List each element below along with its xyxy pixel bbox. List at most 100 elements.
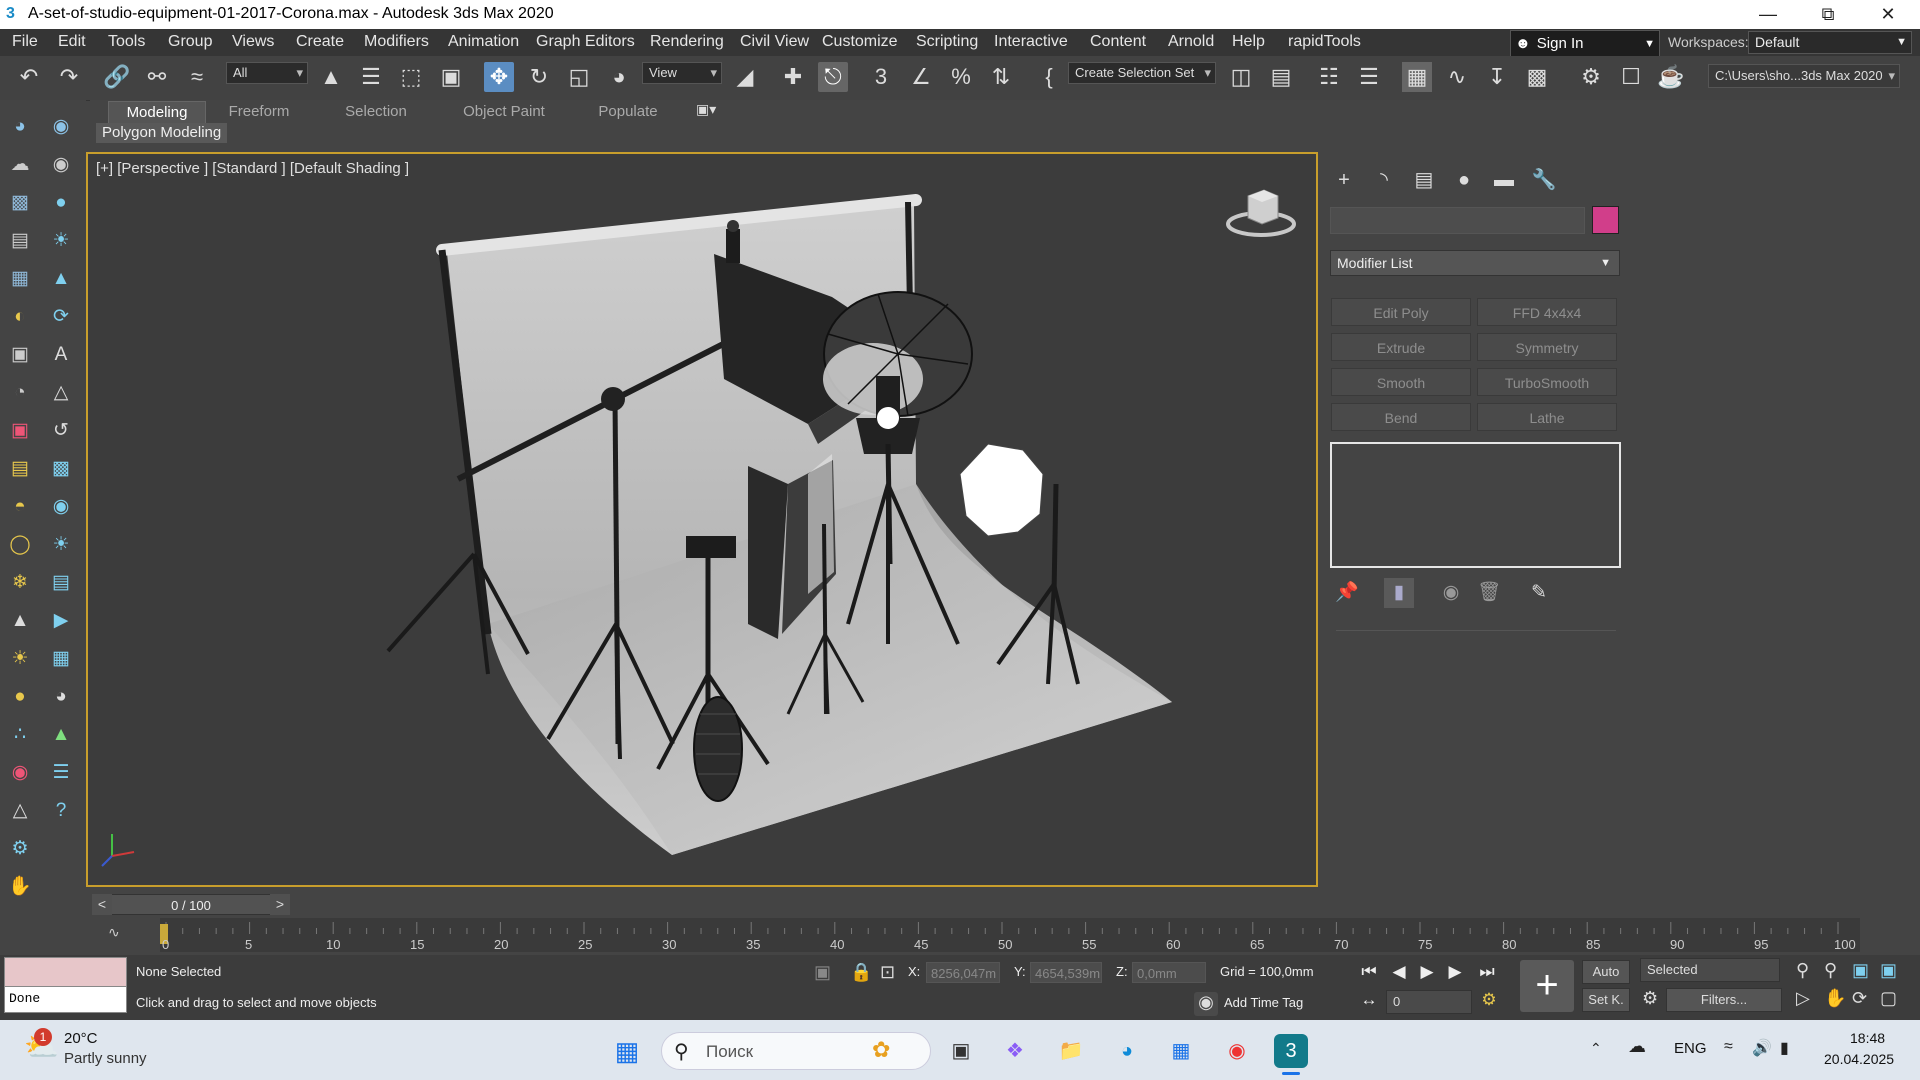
time-tag-icon[interactable]: ◉ xyxy=(1194,992,1218,1016)
unlink-icon[interactable]: ⚯ xyxy=(142,62,172,92)
zoom-extents-all-icon[interactable]: ▣ xyxy=(1880,960,1897,981)
render-production-icon[interactable]: ☕ xyxy=(1656,62,1686,92)
zoom-icon[interactable]: ⚲ xyxy=(1796,960,1809,981)
image-icon[interactable]: ▩ xyxy=(7,190,33,216)
wifi-icon[interactable]: ≈ xyxy=(1724,1038,1733,1056)
hierarchy-tab-icon[interactable]: ▤ xyxy=(1407,166,1441,194)
previous-key-icon[interactable]: ◀ xyxy=(1386,960,1412,984)
bind-space-warp-icon[interactable]: ≈ xyxy=(182,62,212,92)
modifier-button-smooth[interactable]: Smooth xyxy=(1331,368,1471,396)
key-mode-icon[interactable]: ⚙ xyxy=(1642,988,1658,1009)
create-tab-icon[interactable]: + xyxy=(1327,166,1361,194)
weather-temp[interactable]: 20°C xyxy=(64,1030,98,1047)
headphones-icon[interactable]: ◔ xyxy=(7,380,33,406)
molecule-icon[interactable]: ◉ xyxy=(7,760,33,786)
select-and-move-icon[interactable]: ✥ xyxy=(484,62,514,92)
menu-graph-editors[interactable]: Graph Editors xyxy=(536,33,635,51)
bulb-scene-icon[interactable]: ◐ xyxy=(7,304,33,330)
select-and-scale-icon[interactable]: ◱ xyxy=(564,62,594,92)
isolate-selection-icon[interactable]: ▣ xyxy=(814,962,831,983)
lamp-icon[interactable]: ☀ xyxy=(48,532,74,558)
rocket-icon[interactable]: △ xyxy=(48,380,74,406)
menu-edit[interactable]: Edit xyxy=(58,33,86,51)
time-configuration-icon[interactable]: ⚙ xyxy=(1476,988,1502,1012)
select-object-icon[interactable]: ▲ xyxy=(316,62,346,92)
named-selection-set-dropdown[interactable]: Create Selection Set xyxy=(1068,62,1216,84)
field-of-view-icon[interactable]: ▷ xyxy=(1796,988,1810,1009)
modifier-button-ffd[interactable]: FFD 4x4x4 xyxy=(1477,298,1617,326)
task-view-icon[interactable]: ▣ xyxy=(944,1034,978,1068)
rotate-icon[interactable]: ↺ xyxy=(48,418,74,444)
bird-icon[interactable]: ❄ xyxy=(7,570,33,596)
cone-icon[interactable]: ▲ xyxy=(7,608,33,634)
modifier-button-symmetry[interactable]: Symmetry xyxy=(1477,333,1617,361)
render-camera-icon[interactable]: ◉ xyxy=(48,152,74,178)
workspace-dropdown[interactable]: Default ▼ xyxy=(1748,31,1912,54)
filters-button[interactable]: Filters... xyxy=(1666,988,1782,1012)
modifier-button-bend[interactable]: Bend xyxy=(1331,403,1471,431)
ribbon-toggle-icon[interactable]: ▦ xyxy=(1402,62,1432,92)
file-explorer-icon[interactable]: 📁 xyxy=(1054,1034,1088,1068)
select-and-rotate-icon[interactable]: ↻ xyxy=(524,62,554,92)
scene-explorer-icon[interactable]: ☷ xyxy=(1314,62,1344,92)
tab-object-paint[interactable]: Object Paint xyxy=(448,101,560,123)
settings-gear-icon[interactable]: ⚙ xyxy=(7,836,33,862)
play-icon[interactable]: ▶ xyxy=(1414,960,1440,984)
display-tab-icon[interactable]: ▬ xyxy=(1487,166,1521,194)
polygon-modeling-panel[interactable]: Polygon Modeling xyxy=(96,123,228,143)
media-icon[interactable]: ▶ xyxy=(48,608,74,634)
modify-tab-icon[interactable]: ◝ xyxy=(1367,166,1401,194)
angle-snap-icon[interactable]: ∠ xyxy=(906,62,936,92)
window-icon[interactable]: ▤ xyxy=(7,456,33,482)
pin-stack-icon[interactable]: 📌 xyxy=(1332,578,1362,608)
forest-icon[interactable]: ▲ xyxy=(48,722,74,748)
x-coordinate-field[interactable]: 8256,047m xyxy=(926,962,1000,983)
menu-customize[interactable]: Customize xyxy=(822,33,898,51)
spinner-snap-icon[interactable]: ⇅ xyxy=(986,62,1016,92)
curve-editor-icon[interactable]: ∿ xyxy=(1442,62,1472,92)
menu-animation[interactable]: Animation xyxy=(448,33,519,51)
select-and-place-icon[interactable]: ◕ xyxy=(604,62,634,92)
modifier-list-dropdown[interactable]: Modifier List ▼ xyxy=(1330,250,1620,276)
table-icon[interactable]: ▦ xyxy=(7,266,33,292)
orbit-icon[interactable]: ⟳ xyxy=(1852,988,1867,1009)
select-manipulate-icon[interactable]: ✚ xyxy=(778,62,808,92)
menu-help[interactable]: Help xyxy=(1232,33,1265,51)
clock-date[interactable]: 20.04.2025 xyxy=(1824,1051,1894,1067)
menu-create[interactable]: Create xyxy=(296,33,344,51)
hand-icon[interactable]: ✋ xyxy=(7,874,33,900)
menu-group[interactable]: Group xyxy=(168,33,212,51)
menu-rendering[interactable]: Rendering xyxy=(650,33,724,51)
menu-arnold[interactable]: Arnold xyxy=(1168,33,1214,51)
zoom-extents-icon[interactable]: ▣ xyxy=(1852,960,1869,981)
modifier-button-lathe[interactable]: Lathe xyxy=(1477,403,1617,431)
taskbar-search[interactable]: ⚲ Поиск ✿ xyxy=(661,1032,931,1070)
current-frame-field[interactable]: 0 xyxy=(1386,990,1472,1014)
tab-populate[interactable]: Populate xyxy=(582,101,674,123)
show-end-result-icon[interactable]: ▮ xyxy=(1384,578,1414,608)
selection-filter-dropdown[interactable]: All xyxy=(226,62,308,84)
percent-snap-icon[interactable]: % xyxy=(946,62,976,92)
reference-coordinate-dropdown[interactable]: View xyxy=(642,62,722,84)
pot-icon[interactable]: ◕ xyxy=(48,684,74,710)
onedrive-icon[interactable]: ☁ xyxy=(1628,1036,1646,1057)
menu-civil-view[interactable]: Civil View xyxy=(740,33,809,51)
layer-explorer-icon[interactable]: ☰ xyxy=(1354,62,1384,92)
make-unique-icon[interactable]: ◉ xyxy=(1436,578,1466,608)
z-coordinate-field[interactable]: 0,0mm xyxy=(1132,962,1206,983)
font-a-icon[interactable]: A xyxy=(48,342,74,368)
object-name-field[interactable] xyxy=(1330,207,1585,234)
go-to-end-icon[interactable]: ⏭ xyxy=(1474,960,1500,984)
layers-icon[interactable]: ▩ xyxy=(48,456,74,482)
tab-modeling[interactable]: Modeling xyxy=(108,101,206,124)
panel-icon[interactable]: ▤ xyxy=(48,570,74,596)
battery-icon[interactable]: ▮ xyxy=(1780,1038,1789,1058)
palette-icon[interactable]: ◉ xyxy=(48,494,74,520)
document-icon[interactable]: ▤ xyxy=(7,228,33,254)
auto-key-button[interactable]: Auto xyxy=(1582,960,1630,984)
microsoft-store-icon[interactable]: ▦ xyxy=(1164,1034,1198,1068)
time-config-icon[interactable]: ↔ xyxy=(1356,988,1382,1012)
chrome-icon[interactable]: ◉ xyxy=(1220,1034,1254,1068)
sphere-icon[interactable]: ◯ xyxy=(7,532,33,558)
configure-modifier-sets-icon[interactable]: ✎ xyxy=(1524,578,1554,608)
